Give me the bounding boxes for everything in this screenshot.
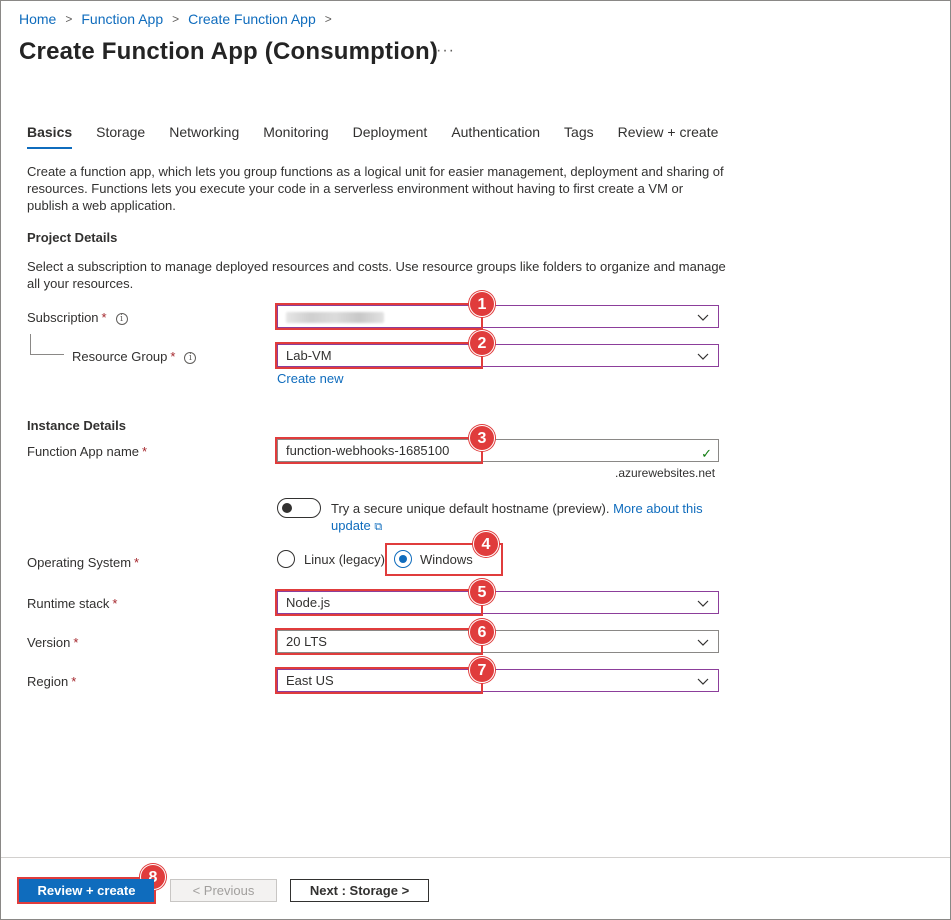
update-link[interactable]: update — [331, 518, 371, 533]
os-linux-label[interactable]: Linux (legacy) — [304, 552, 385, 567]
tab-monitoring[interactable]: Monitoring — [263, 124, 328, 148]
chevron-right-icon: > — [172, 12, 180, 26]
tab-authentication[interactable]: Authentication — [451, 124, 540, 148]
breadcrumb-function-app[interactable]: Function App — [81, 11, 163, 27]
chevron-down-icon — [697, 678, 709, 685]
tree-connector — [30, 354, 64, 355]
operating-system-label: Operating System * — [27, 555, 140, 570]
version-label: Version * — [27, 635, 79, 650]
region-label: Region * — [27, 674, 77, 689]
resource-group-label: Resource Group * i — [72, 349, 197, 364]
instance-details-heading: Instance Details — [27, 418, 126, 433]
annotation-highlight-6 — [275, 628, 483, 655]
annotation-highlight-7 — [275, 667, 483, 694]
secure-hostname-text: Try a secure unique default hostname (pr… — [331, 501, 703, 533]
chevron-down-icon — [697, 353, 709, 360]
intro-description: Create a function app, which lets you gr… — [27, 164, 724, 213]
tab-tags[interactable]: Tags — [564, 124, 594, 148]
chevron-down-icon — [697, 600, 709, 607]
chevron-down-icon — [697, 314, 709, 321]
more-options-icon[interactable]: ··· — [436, 42, 455, 60]
project-details-description: Select a subscription to manage deployed… — [27, 259, 726, 291]
tab-basics[interactable]: Basics — [27, 124, 73, 149]
annotation-highlight-5 — [275, 589, 483, 616]
subscription-label: Subscription * i — [27, 310, 128, 325]
tab-review-create[interactable]: Review + create — [618, 124, 719, 148]
annotation-badge-1: 1 — [469, 291, 495, 317]
tab-deployment[interactable]: Deployment — [353, 124, 428, 148]
annotation-highlight-3 — [275, 437, 483, 464]
chevron-right-icon: > — [65, 12, 73, 26]
annotation-highlight-1 — [275, 303, 483, 330]
checkmark-icon: ✓ — [701, 446, 712, 461]
project-details-heading: Project Details — [27, 230, 118, 245]
annotation-badge-6: 6 — [469, 619, 495, 645]
next-storage-button[interactable]: Next : Storage > — [290, 879, 429, 902]
runtime-stack-label: Runtime stack * — [27, 596, 118, 611]
tree-connector — [30, 334, 31, 354]
breadcrumb-create-function-app[interactable]: Create Function App — [188, 11, 316, 27]
toggle-knob — [282, 503, 292, 513]
secure-hostname-toggle[interactable] — [277, 498, 321, 518]
info-icon[interactable]: i — [115, 312, 128, 325]
annotation-highlight-2 — [275, 342, 483, 369]
tab-storage[interactable]: Storage — [96, 124, 145, 148]
external-link-icon: ⧉ — [374, 521, 383, 533]
annotation-badge-4: 4 — [473, 531, 499, 557]
chevron-right-icon: > — [324, 12, 332, 26]
breadcrumb-home[interactable]: Home — [19, 11, 56, 27]
more-about-update-link[interactable]: More about this — [613, 501, 703, 516]
create-new-link[interactable]: Create new — [277, 371, 343, 386]
page-title: Create Function App (Consumption) — [19, 38, 439, 65]
info-icon[interactable]: i — [184, 351, 197, 364]
function-app-name-label: Function App name * — [27, 444, 148, 459]
previous-button[interactable]: < Previous — [170, 879, 277, 902]
review-create-button[interactable]: Review + create — [19, 879, 154, 902]
chevron-down-icon — [697, 639, 709, 646]
domain-suffix: .azurewebsites.net — [615, 466, 716, 480]
breadcrumb: Home > Function App > Create Function Ap… — [19, 11, 341, 27]
footer-divider — [1, 857, 950, 858]
annotation-badge-5: 5 — [469, 579, 495, 605]
tab-bar: Basics Storage Networking Monitoring Dep… — [27, 124, 742, 149]
annotation-badge-7: 7 — [469, 657, 495, 683]
annotation-badge-3: 3 — [469, 425, 495, 451]
annotation-badge-2: 2 — [469, 330, 495, 356]
tab-networking[interactable]: Networking — [169, 124, 239, 148]
os-linux-radio[interactable] — [277, 550, 295, 568]
